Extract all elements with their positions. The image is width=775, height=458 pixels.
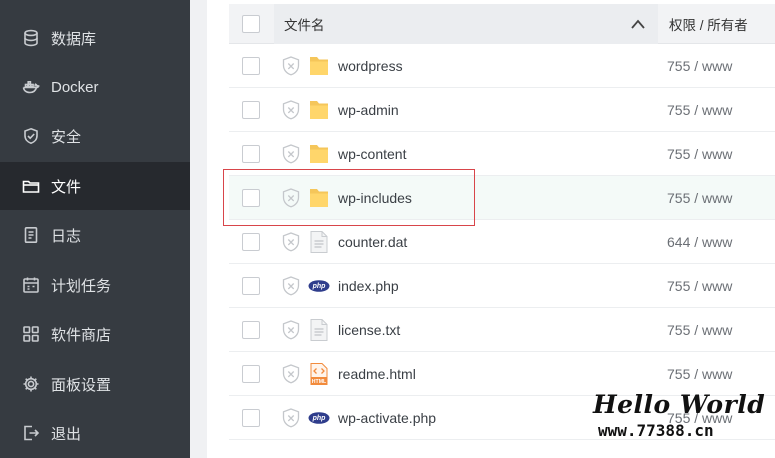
watermark-title: Hello World — [593, 390, 766, 419]
file-name[interactable]: readme.html — [338, 352, 416, 396]
file-name[interactable]: wordpress — [338, 44, 403, 88]
logout-icon — [22, 424, 40, 442]
sidebar-item-security[interactable]: 安全 — [0, 112, 190, 160]
text-file-icon — [308, 318, 330, 342]
file-permission[interactable]: 755 / www — [667, 88, 732, 132]
file-name[interactable]: wp-activate.php — [338, 396, 436, 440]
watermark-url: www.77388.cn — [598, 421, 714, 440]
table-row[interactable]: license.txt 755 / www — [229, 308, 775, 352]
sidebar-item-docker[interactable]: Docker — [0, 63, 190, 111]
table-row[interactable]: wordpress 755 / www — [229, 44, 775, 88]
row-checkbox[interactable] — [242, 233, 260, 251]
table-row[interactable]: wp-admin 755 / www — [229, 88, 775, 132]
file-name[interactable]: wp-admin — [338, 88, 399, 132]
file-permission[interactable]: 755 / www — [667, 44, 732, 88]
sidebar-item-store[interactable]: 软件商店 — [0, 310, 190, 358]
gear-icon — [22, 375, 40, 393]
php-badge-text: php — [312, 415, 327, 422]
sidebar-item-label: 退出 — [51, 425, 82, 443]
unprotected-shield-icon[interactable] — [280, 407, 302, 429]
table-row[interactable]: wp-content 755 / www — [229, 132, 775, 176]
file-name[interactable]: counter.dat — [338, 220, 407, 264]
folder-icon — [308, 54, 330, 78]
file-name[interactable]: wp-content — [338, 132, 406, 176]
folder-icon — [308, 98, 330, 122]
sidebar-item-settings[interactable]: 面板设置 — [0, 360, 190, 408]
row-checkbox[interactable] — [242, 409, 260, 427]
sidebar-item-label: Docker — [51, 78, 99, 96]
php-file-icon: php — [308, 406, 330, 430]
unprotected-shield-icon[interactable] — [280, 275, 302, 297]
unprotected-shield-icon[interactable] — [280, 99, 302, 121]
column-header-permission[interactable]: 权限 / 所有者 — [669, 4, 748, 44]
watermark: Hello World www.77388.cn — [590, 390, 775, 450]
unprotected-shield-icon[interactable] — [280, 187, 302, 209]
sidebar-item-database[interactable]: 数据库 — [0, 14, 190, 62]
file-permission[interactable]: 755 / www — [667, 132, 732, 176]
table-row[interactable]: php index.php 755 / www — [229, 264, 775, 308]
sidebar-item-label: 日志 — [51, 227, 82, 245]
row-checkbox[interactable] — [242, 189, 260, 207]
sidebar-item-cron[interactable]: 计划任务 — [0, 261, 190, 309]
app-window: 数据库 Docker 安全 文件 日志 计划任务 软件商店 面板设置 退出 文件… — [0, 0, 775, 458]
sidebar-item-label: 计划任务 — [51, 277, 112, 295]
table-row[interactable]: wp-includes 755 / www — [229, 176, 775, 220]
unprotected-shield-icon[interactable] — [280, 319, 302, 341]
grid-icon — [22, 325, 40, 343]
row-checkbox[interactable] — [242, 101, 260, 119]
row-checkbox[interactable] — [242, 365, 260, 383]
row-checkbox[interactable] — [242, 145, 260, 163]
unprotected-shield-icon[interactable] — [280, 55, 302, 77]
sidebar-item-label: 软件商店 — [51, 326, 112, 344]
sidebar-item-label: 文件 — [51, 178, 82, 196]
html-file-icon: HTML — [308, 362, 330, 386]
table-header: 文件名 权限 / 所有者 — [229, 4, 775, 44]
html-badge-text: HTML — [312, 379, 327, 385]
folder-icon — [308, 186, 330, 210]
docker-icon — [22, 78, 40, 96]
column-header-filename[interactable]: 文件名 — [274, 4, 658, 44]
folder-icon — [22, 177, 40, 195]
file-permission[interactable]: 644 / www — [667, 220, 732, 264]
row-checkbox[interactable] — [242, 57, 260, 75]
sidebar-item-label: 数据库 — [51, 30, 97, 48]
sidebar-item-files[interactable]: 文件 — [0, 162, 190, 210]
select-all-checkbox[interactable] — [242, 15, 260, 33]
sidebar-item-label: 安全 — [51, 128, 82, 146]
folder-icon — [308, 142, 330, 166]
table-row[interactable]: counter.dat 644 / www — [229, 220, 775, 264]
database-icon — [22, 29, 40, 47]
log-icon — [22, 226, 40, 244]
row-checkbox[interactable] — [242, 321, 260, 339]
php-badge-text: php — [312, 283, 327, 290]
unprotected-shield-icon[interactable] — [280, 231, 302, 253]
shield-check-icon — [22, 127, 40, 145]
text-file-icon — [308, 230, 330, 254]
unprotected-shield-icon[interactable] — [280, 363, 302, 385]
unprotected-shield-icon[interactable] — [280, 143, 302, 165]
sidebar-item-label: 面板设置 — [51, 376, 112, 394]
php-file-icon: php — [308, 274, 330, 298]
row-checkbox[interactable] — [242, 277, 260, 295]
file-permission[interactable]: 755 / www — [667, 176, 732, 220]
calendar-icon — [22, 276, 40, 294]
file-permission[interactable]: 755 / www — [667, 308, 732, 352]
file-name[interactable]: license.txt — [338, 308, 400, 352]
sidebar: 数据库 Docker 安全 文件 日志 计划任务 软件商店 面板设置 退出 — [0, 0, 190, 458]
chevron-up-icon[interactable] — [630, 18, 646, 30]
sidebar-item-logs[interactable]: 日志 — [0, 211, 190, 259]
file-permission[interactable]: 755 / www — [667, 264, 732, 308]
file-name[interactable]: index.php — [338, 264, 399, 308]
file-name[interactable]: wp-includes — [338, 176, 412, 220]
sidebar-item-logout[interactable]: 退出 — [0, 409, 190, 457]
